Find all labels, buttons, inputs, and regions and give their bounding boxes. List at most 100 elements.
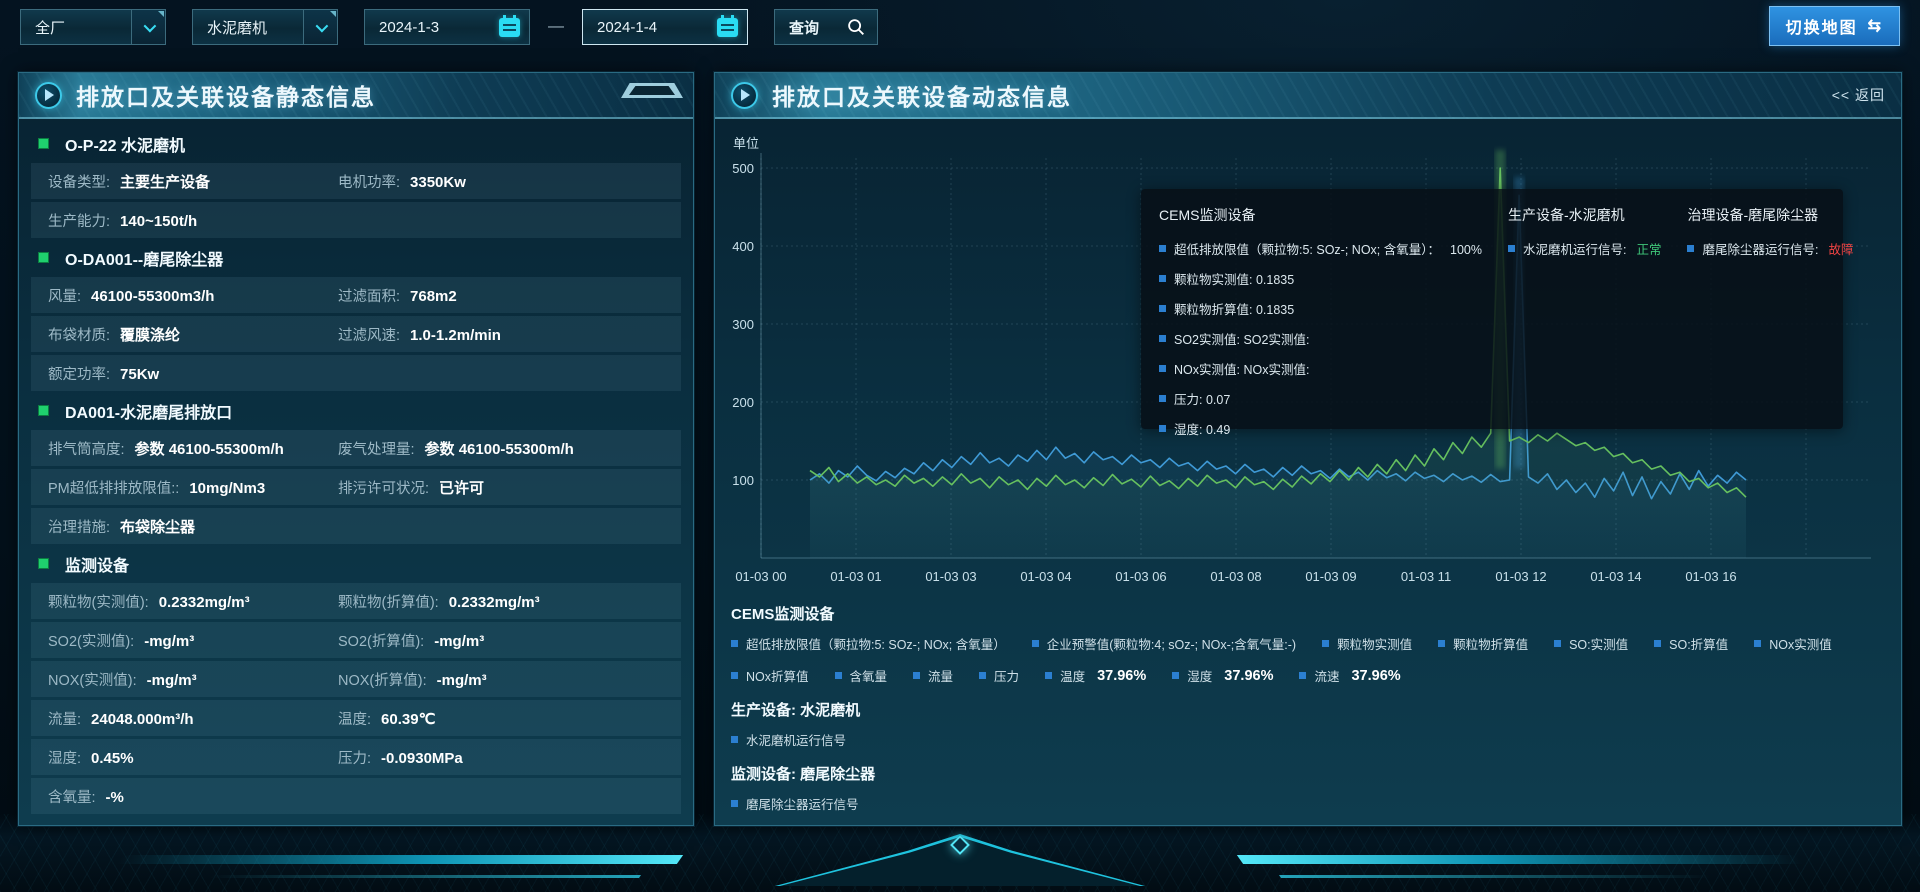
legend-item[interactable]: 颗粒物实测值 (1322, 634, 1412, 653)
chevron-down-icon (144, 19, 157, 32)
tooltip-column-title: 生产设备-水泥磨机 (1508, 205, 1662, 225)
chart-area[interactable]: 10020030040050001-03 0001-03 0101-03 030… (731, 127, 1887, 597)
table-row: 设备类型:主要生产设备电机功率:3350Kw (31, 163, 681, 199)
legend-item-value: 37.96% (1097, 668, 1146, 684)
blue-square-icon (1754, 640, 1761, 647)
legend-item[interactable]: 压力 (979, 666, 1019, 685)
blue-square-icon (835, 672, 842, 679)
blue-square-icon (1159, 335, 1166, 342)
legend-item[interactable]: 温度37.96% (1045, 666, 1146, 685)
legend-item-label: 颗粒物实测值 (1337, 634, 1412, 653)
field: 布袋材质: 覆膜涤纶 (48, 324, 338, 345)
svg-text:01-03 03: 01-03 03 (925, 569, 976, 584)
tooltip-column: 生产设备-水泥磨机水泥磨机运行信号:正常 (1508, 205, 1662, 413)
dynamic-info-header: 排放口及关联设备动态信息 << 返回 (715, 73, 1901, 119)
field-label: 风量: (48, 285, 81, 306)
svg-text:01-03 06: 01-03 06 (1115, 569, 1166, 584)
legend-item[interactable]: NOx实测值 (1754, 634, 1832, 653)
switch-arrows-icon: ⇆ (1868, 16, 1883, 36)
legend-item[interactable]: 水泥磨机运行信号 (731, 730, 846, 749)
table-row: 治理措施:布袋除尘器 (31, 508, 681, 544)
field-value: 46100-55300m3/h (91, 288, 214, 305)
search-icon (845, 16, 867, 38)
legend-group-title: 生产设备: 水泥磨机 (731, 699, 1885, 720)
svg-text:单位: 单位 (733, 136, 759, 151)
svg-text:01-03 11: 01-03 11 (1401, 569, 1451, 584)
calendar-icon[interactable] (499, 18, 520, 37)
legend-item[interactable]: 流量 (913, 666, 953, 685)
legend-item-label: NOx折算值 (746, 666, 809, 685)
field-label: 额定功率: (48, 363, 110, 384)
date-to-value: 2024-1-4 (583, 19, 693, 36)
panel-tab-decor (621, 83, 683, 98)
field-label: 废气处理量: (338, 438, 415, 459)
field: 温度:60.39℃ (338, 708, 673, 729)
tooltip-item: 超低排放限值（颗拉物:5: SOz-; NOx; 含氧量）：100% (1159, 239, 1482, 258)
field: 治理措施:布袋除尘器 (48, 516, 338, 537)
footer-line-right (1279, 875, 1711, 878)
footer-line-left (209, 875, 641, 878)
legend-item-label: 流速 (1314, 666, 1339, 685)
legend-item[interactable]: NOx折算值 (731, 666, 809, 685)
field-value: 覆膜涤纶 (120, 324, 180, 345)
plant-select[interactable]: 全厂 (20, 9, 166, 45)
plant-select-value: 全厂 (21, 17, 131, 38)
field-value: 10mg/Nm3 (189, 480, 265, 497)
field: NOX(实测值):-mg/m³ (48, 669, 338, 690)
legend-item[interactable]: 企业预警值(颗粒物:4; sOz-; NOx-;含氧气量:-) (1032, 634, 1296, 653)
tooltip-item: SO2实测值: SO2实测值: (1159, 329, 1482, 348)
field-value: 0.2332mg/m³ (159, 594, 250, 611)
blue-square-icon (1508, 245, 1515, 252)
tooltip-item: 颗粒物实测值: 0.1835 (1159, 269, 1482, 288)
legend-group: CEMS监测设备超低排放限值（颗拉物:5: SOz-; NOx; 含氧量）企业预… (731, 603, 1885, 685)
legend-item[interactable]: 超低排放限值（颗拉物:5: SOz-; NOx; 含氧量） (731, 634, 1006, 653)
svg-text:100: 100 (732, 473, 754, 488)
field-value: 布袋除尘器 (120, 516, 195, 537)
field: 电机功率:3350Kw (338, 171, 673, 192)
top-toolbar: 全厂 水泥磨机 2024-1-3 — 2024-1-4 查询 切换地图 ⇆ (20, 8, 1900, 46)
blue-square-icon (731, 640, 738, 647)
query-button[interactable]: 查询 (774, 9, 878, 45)
field-label: 压力: (338, 747, 371, 768)
date-from-input[interactable]: 2024-1-3 (364, 9, 530, 45)
field-value: 75Kw (120, 366, 159, 383)
legend-item[interactable]: SO:折算值 (1654, 634, 1728, 653)
green-square-icon (38, 558, 49, 569)
legend-item[interactable]: 磨尾除尘器运行信号 (731, 794, 859, 813)
legend-item-label: 磨尾除尘器运行信号 (746, 794, 859, 813)
legend-item-value: 37.96% (1351, 668, 1400, 684)
field-label: 温度: (338, 708, 371, 729)
corner-decor (158, 11, 164, 17)
calendar-icon[interactable] (717, 18, 738, 37)
legend-item[interactable]: 流速 37.96% (1299, 666, 1400, 685)
device-select[interactable]: 水泥磨机 (192, 9, 338, 45)
legend-item[interactable]: 湿度37.96% (1172, 666, 1273, 685)
field-label: 布袋材质: (48, 324, 110, 345)
field-value: 0.45% (91, 750, 134, 767)
date-to-input[interactable]: 2024-1-4 (582, 9, 748, 45)
legend-item[interactable]: SO:实测值 (1554, 634, 1628, 653)
legend-item-label: 超低排放限值（颗拉物:5: SOz-; NOx; 含氧量） (746, 634, 1006, 653)
field: 排气筒高度:参数 46100-55300m/h (48, 438, 338, 459)
field-value: -mg/m³ (437, 672, 487, 689)
back-link[interactable]: << 返回 (1832, 85, 1885, 105)
blue-square-icon (1045, 672, 1052, 679)
svg-text:01-03 00: 01-03 00 (735, 569, 786, 584)
section-title: 监测设备 (65, 552, 129, 576)
field: 设备类型:主要生产设备 (48, 171, 338, 192)
switch-map-button[interactable]: 切换地图 ⇆ (1769, 6, 1900, 46)
table-row: 排气筒高度:参数 46100-55300m/h废气处理量:参数 46100-55… (31, 430, 681, 466)
tooltip-item: 颗粒物折算值: 0.1835 (1159, 299, 1482, 318)
field-value: 24048.000m³/h (91, 711, 194, 728)
legend-item[interactable]: 颗粒物折算值 (1438, 634, 1528, 653)
blue-square-icon (1654, 640, 1661, 647)
date-from-value: 2024-1-3 (365, 19, 475, 36)
tooltip-column-title: 治理设备-磨尾除尘器 (1687, 205, 1853, 225)
blue-square-icon (1159, 365, 1166, 372)
plant-select-arrow[interactable] (131, 10, 165, 44)
device-select-arrow[interactable] (303, 10, 337, 44)
svg-text:01-03 12: 01-03 12 (1495, 569, 1546, 584)
legend-item[interactable]: 含氧量 (835, 666, 888, 685)
field-value: 已许可 (439, 477, 484, 498)
field-label: 湿度: (48, 747, 81, 768)
